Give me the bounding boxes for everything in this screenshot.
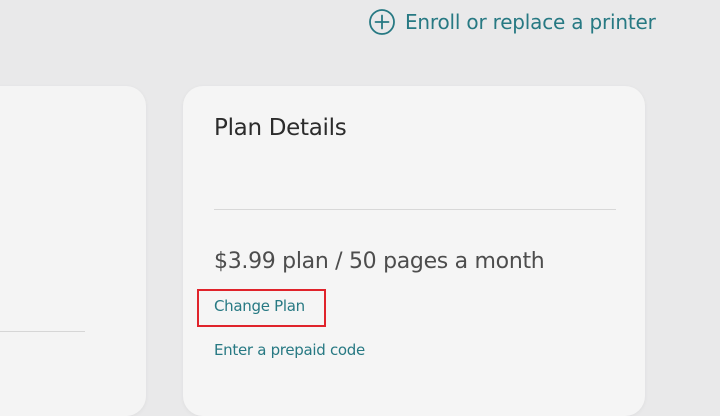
change-plan-link[interactable]: Change Plan xyxy=(214,297,305,315)
enter-prepaid-code-link[interactable]: Enter a prepaid code xyxy=(214,341,365,359)
plan-details-title: Plan Details xyxy=(214,115,347,141)
enroll-printer-label: Enroll or replace a printer xyxy=(405,10,656,34)
left-card-divider xyxy=(0,331,85,332)
plan-details-divider xyxy=(214,209,616,210)
plan-price-text: $3.99 plan / 50 pages a month xyxy=(214,249,545,274)
plus-circle-icon xyxy=(368,8,396,36)
plan-details-card: Plan Details $3.99 plan / 50 pages a mon… xyxy=(183,86,645,416)
left-card xyxy=(0,86,146,416)
enroll-printer-link[interactable]: Enroll or replace a printer xyxy=(368,6,656,38)
